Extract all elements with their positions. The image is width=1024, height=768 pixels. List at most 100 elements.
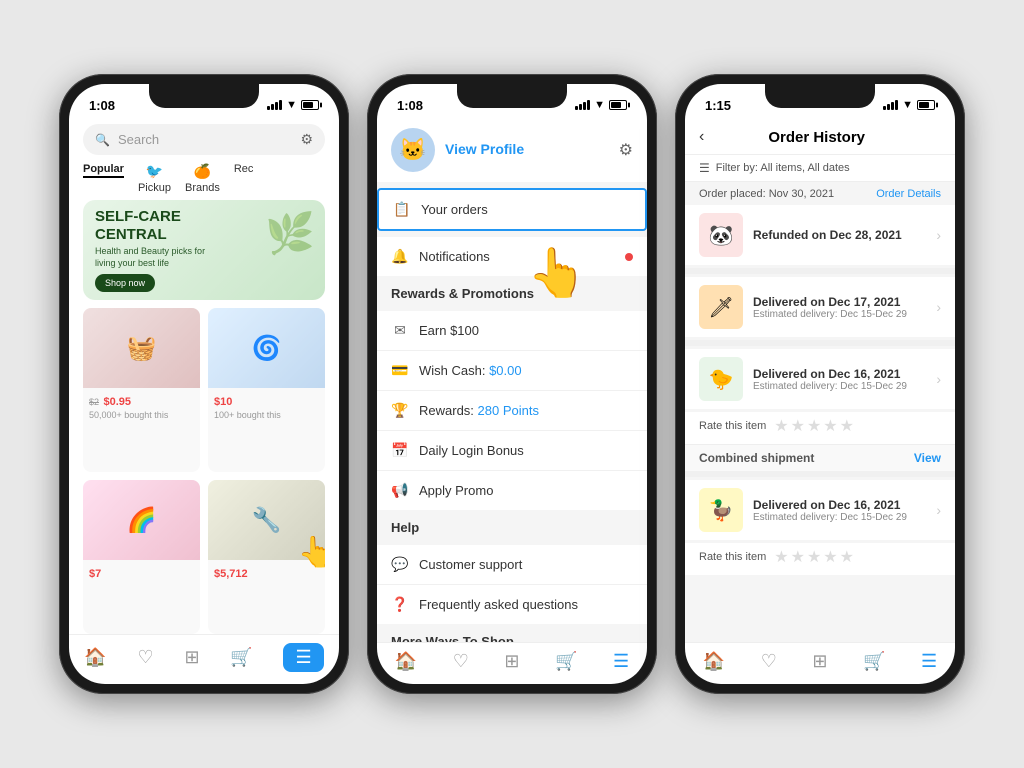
nav-menu-2[interactable]: ☰ bbox=[613, 651, 629, 672]
help-section: 💬 Customer support ❓ Frequently asked qu… bbox=[377, 545, 647, 624]
menu-icon-2: ☰ bbox=[613, 651, 629, 672]
notifications-section: 🔔 Notifications bbox=[377, 237, 647, 276]
category-rec[interactable]: Rec bbox=[234, 163, 254, 194]
chevron-icon-4: › bbox=[936, 502, 941, 518]
menu-icon: ☰ bbox=[295, 647, 311, 668]
filter-icon[interactable]: ⚙ bbox=[300, 131, 313, 148]
order-item-dec16b[interactable]: 🦆 Delivered on Dec 16, 2021 Estimated de… bbox=[685, 480, 955, 540]
orders-content: ‹ Order History ☰ Filter by: All items, … bbox=[685, 120, 955, 642]
nav-wishlist-1[interactable]: ♡ bbox=[138, 647, 154, 668]
order-item-dec16a[interactable]: 🐤 Delivered on Dec 16, 2021 Estimated de… bbox=[685, 349, 955, 409]
nav-home-3[interactable]: 🏠 bbox=[703, 651, 725, 672]
nav-wishlist-3[interactable]: ♡ bbox=[761, 651, 777, 672]
notch-1 bbox=[149, 84, 259, 108]
nav-grid-3[interactable]: ⊞ bbox=[812, 651, 827, 672]
category-brands[interactable]: 🍊 Brands bbox=[185, 163, 220, 194]
wifi-icon: ▼ bbox=[286, 99, 297, 111]
order-item-dec17[interactable]: 🗡 Delivered on Dec 17, 2021 Estimated de… bbox=[685, 277, 955, 337]
gear-icon[interactable]: ⚙ bbox=[619, 140, 633, 160]
bell-icon: 🔔 bbox=[391, 248, 409, 265]
product-image-3: 🌈 bbox=[83, 480, 200, 560]
product-card-2[interactable]: 🌀 $10 100+ bought this bbox=[208, 308, 325, 472]
nav-cart-1[interactable]: 🛒 bbox=[230, 647, 252, 668]
search-bar[interactable]: 🔍 Search ⚙ bbox=[83, 124, 325, 155]
rewards-section-header: Rewards & Promotions bbox=[377, 276, 647, 305]
apply-promo-item[interactable]: 📢 Apply Promo bbox=[377, 471, 647, 510]
nav-cart-2[interactable]: 🛒 bbox=[555, 651, 577, 672]
customer-support-item[interactable]: 💬 Customer support bbox=[377, 545, 647, 585]
star-1d[interactable]: ★ bbox=[823, 416, 837, 436]
nav-home-2[interactable]: 🏠 bbox=[395, 651, 417, 672]
star-2c[interactable]: ★ bbox=[807, 547, 821, 567]
filter-bar[interactable]: ☰ Filter by: All items, All dates bbox=[685, 155, 955, 182]
grid-icon: ⊞ bbox=[184, 647, 199, 668]
view-profile-link[interactable]: View Profile bbox=[445, 141, 524, 157]
order-details-link-1[interactable]: Order Details bbox=[876, 188, 941, 200]
combined-view-link[interactable]: View bbox=[914, 451, 941, 465]
time-3: 1:15 bbox=[705, 98, 731, 113]
profile-header: 🐱 View Profile ⚙ bbox=[377, 120, 647, 182]
time-2: 1:08 bbox=[397, 98, 423, 113]
chevron-icon-1: › bbox=[936, 227, 941, 243]
hero-subtitle: Health and Beauty picks for bbox=[95, 246, 205, 256]
your-orders-item[interactable]: 📋 Your orders bbox=[379, 190, 645, 229]
home-content: 🔍 Search ⚙ Popular 🐦 Pickup 🍊 Brands bbox=[69, 120, 339, 634]
star-1c[interactable]: ★ bbox=[807, 416, 821, 436]
order-item-refunded[interactable]: 🐼 Refunded on Dec 28, 2021 › bbox=[685, 205, 955, 265]
chat-icon: 💬 bbox=[391, 556, 409, 573]
bottom-nav-3: 🏠 ♡ ⊞ 🛒 ☰ bbox=[685, 642, 955, 684]
signal-icon bbox=[267, 100, 282, 110]
orders-icon: 📋 bbox=[393, 201, 411, 218]
product-card-1[interactable]: 🧺 $2 $0.95 50,000+ bought this bbox=[83, 308, 200, 472]
star-2b[interactable]: ★ bbox=[791, 547, 805, 567]
nav-grid-1[interactable]: ⊞ bbox=[184, 647, 199, 668]
category-popular[interactable]: Popular bbox=[83, 163, 124, 194]
nav-menu-1[interactable]: ☰ bbox=[283, 643, 323, 672]
order-est-2: Estimated delivery: Dec 15-Dec 29 bbox=[753, 309, 926, 320]
daily-login-item[interactable]: 📅 Daily Login Bonus bbox=[377, 431, 647, 471]
star-1a[interactable]: ★ bbox=[774, 416, 788, 436]
chevron-icon-3: › bbox=[936, 371, 941, 387]
star-2a[interactable]: ★ bbox=[774, 547, 788, 567]
order-est-4: Estimated delivery: Dec 15-Dec 29 bbox=[753, 512, 926, 523]
phones-container: 1:08 ▼ 🔍 Search ⚙ bbox=[39, 54, 985, 714]
wish-cash-item[interactable]: 💳 Wish Cash: $0.00 bbox=[377, 351, 647, 391]
product-card-3[interactable]: 🌈 $7 bbox=[83, 480, 200, 634]
battery-icon bbox=[301, 100, 319, 110]
star-2d[interactable]: ★ bbox=[823, 547, 837, 567]
nav-menu-3[interactable]: ☰ bbox=[921, 651, 937, 672]
order-history-header: ‹ Order History bbox=[685, 120, 955, 155]
search-input[interactable]: Search bbox=[118, 132, 292, 147]
nav-grid-2[interactable]: ⊞ bbox=[504, 651, 519, 672]
earn-100-item[interactable]: ✉ Earn $100 bbox=[377, 311, 647, 351]
nav-home-1[interactable]: 🏠 bbox=[84, 647, 106, 668]
filter-icon-3: ☰ bbox=[699, 161, 710, 175]
rewards-section: ✉ Earn $100 💳 Wish Cash: $0.00 🏆 Rewards… bbox=[377, 311, 647, 510]
star-2e[interactable]: ★ bbox=[840, 547, 854, 567]
order-img-3: 🐤 bbox=[699, 357, 743, 401]
home-icon-3: 🏠 bbox=[703, 651, 725, 672]
nav-cart-3[interactable]: 🛒 bbox=[863, 651, 885, 672]
battery-icon-3 bbox=[917, 100, 935, 110]
star-1b[interactable]: ★ bbox=[791, 416, 805, 436]
category-pickup[interactable]: 🐦 Pickup bbox=[138, 163, 171, 194]
product-card-4[interactable]: 🔧 👆 $5,712 bbox=[208, 480, 325, 634]
faq-item[interactable]: ❓ Frequently asked questions bbox=[377, 585, 647, 624]
back-button[interactable]: ‹ bbox=[699, 128, 704, 146]
order-status-3: Delivered on Dec 16, 2021 bbox=[753, 367, 926, 381]
status-icons-1: ▼ bbox=[267, 99, 319, 111]
promo-icon: 📢 bbox=[391, 482, 409, 499]
notch-2 bbox=[457, 84, 567, 108]
rewards-item[interactable]: 🏆 Rewards: 280 Points bbox=[377, 391, 647, 431]
order-date-1: Order placed: Nov 30, 2021 Order Details bbox=[685, 182, 955, 202]
nav-wishlist-2[interactable]: ♡ bbox=[453, 651, 469, 672]
notifications-item[interactable]: 🔔 Notifications bbox=[377, 237, 647, 276]
hero-title: SELF-CARECENTRAL bbox=[95, 208, 205, 244]
shop-now-button[interactable]: Shop now bbox=[95, 274, 155, 292]
star-1e[interactable]: ★ bbox=[840, 416, 854, 436]
orders-list: Order placed: Nov 30, 2021 Order Details… bbox=[685, 182, 955, 642]
bottom-nav-1: 🏠 ♡ ⊞ 🛒 ☰ bbox=[69, 634, 339, 684]
order-status-4: Delivered on Dec 16, 2021 bbox=[753, 498, 926, 512]
combined-label: Combined shipment bbox=[699, 451, 814, 465]
heart-icon-2: ♡ bbox=[453, 651, 469, 672]
